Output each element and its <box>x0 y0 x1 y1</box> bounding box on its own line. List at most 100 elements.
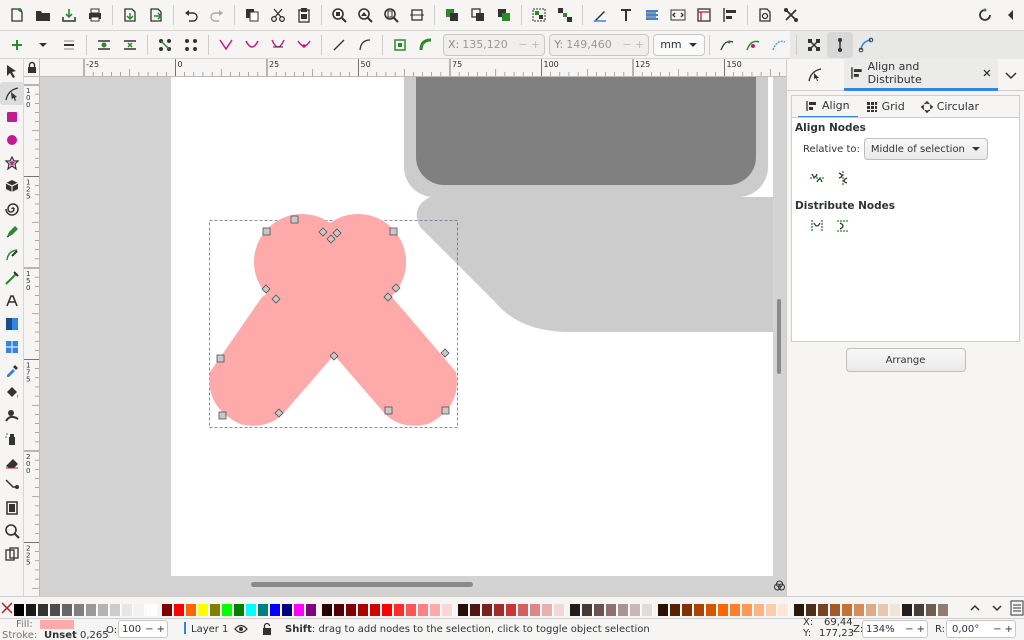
page-tool-icon[interactable] <box>0 496 24 519</box>
group-icon[interactable] <box>526 2 552 28</box>
color-swatch[interactable] <box>62 604 73 616</box>
color-swatch[interactable] <box>766 604 777 616</box>
color-swatch[interactable] <box>642 604 653 616</box>
color-swatch[interactable] <box>926 604 937 616</box>
tab-align-distribute[interactable]: Align and Distribute <box>843 58 998 91</box>
zoom-selection-icon[interactable] <box>326 2 352 28</box>
arrange-button[interactable]: Arrange <box>845 348 966 372</box>
break-path-icon[interactable] <box>117 32 143 58</box>
drawing[interactable] <box>40 77 773 576</box>
color-swatch[interactable] <box>86 604 97 616</box>
color-swatch[interactable] <box>594 604 605 616</box>
color-swatch[interactable] <box>50 604 61 616</box>
color-swatch[interactable] <box>246 604 257 616</box>
color-swatch[interactable] <box>554 604 565 616</box>
layers-icon[interactable] <box>639 2 665 28</box>
distribute-nodes-horizontal-icon[interactable] <box>807 216 827 236</box>
auto-smooth-node-icon[interactable] <box>291 32 317 58</box>
color-swatch[interactable] <box>406 604 417 616</box>
color-swatch[interactable] <box>730 604 741 616</box>
color-swatch[interactable] <box>794 604 805 616</box>
color-swatch[interactable] <box>482 604 493 616</box>
color-swatch[interactable] <box>854 604 865 616</box>
color-swatch[interactable] <box>570 604 581 616</box>
3d-box-tool-icon[interactable] <box>0 174 24 197</box>
find-replace-icon[interactable] <box>752 2 778 28</box>
zoom-page-width-icon[interactable] <box>404 2 430 28</box>
color-swatch[interactable] <box>914 604 925 616</box>
measure-tool-icon[interactable] <box>0 542 24 565</box>
color-swatch[interactable] <box>430 604 441 616</box>
chevron-down-icon[interactable] <box>990 601 1004 615</box>
opacity-stepper[interactable]: − + <box>145 624 167 635</box>
snap-toggle-icon[interactable] <box>972 2 998 28</box>
stroke-width-value[interactable]: 0,265 <box>80 630 109 640</box>
open-document-icon[interactable] <box>30 2 56 28</box>
color-swatch[interactable] <box>222 604 233 616</box>
canvas[interactable] <box>40 77 773 576</box>
color-swatch[interactable] <box>186 604 197 616</box>
color-swatch[interactable] <box>542 604 553 616</box>
node-y-value[interactable]: 149,460 <box>566 38 618 51</box>
dropper-tool-icon[interactable] <box>0 358 24 381</box>
show-outline-icon[interactable] <box>853 32 879 58</box>
mesh-tool-icon[interactable] <box>0 335 24 358</box>
color-swatch[interactable] <box>122 604 133 616</box>
node-x-value[interactable]: 135,120 <box>462 38 514 51</box>
color-swatch[interactable] <box>830 604 841 616</box>
smooth-node-icon[interactable] <box>239 32 265 58</box>
no-paint-swatch-icon[interactable] <box>1 602 13 614</box>
duplicate-icon[interactable] <box>439 2 465 28</box>
color-swatch[interactable] <box>394 604 405 616</box>
color-swatch[interactable] <box>346 604 357 616</box>
subtab-grid[interactable]: Grid <box>858 96 913 118</box>
star-tool-icon[interactable] <box>0 151 24 174</box>
show-handles-icon[interactable] <box>826 31 853 58</box>
dock-menu-button[interactable] <box>998 62 1024 88</box>
align-nodes-vertical-icon[interactable] <box>833 168 853 188</box>
rectangle-tool-icon[interactable] <box>0 105 24 128</box>
spiral-tool-icon[interactable] <box>0 197 24 220</box>
unlink-clone-icon[interactable] <box>491 2 517 28</box>
color-swatch[interactable] <box>334 604 345 616</box>
snap-menu-icon[interactable] <box>998 2 1024 28</box>
chevron-up-icon[interactable] <box>968 601 982 615</box>
undo-icon[interactable] <box>178 2 204 28</box>
fill-color-indicator[interactable] <box>40 620 74 629</box>
color-swatch[interactable] <box>470 604 481 616</box>
tab-node-tool[interactable] <box>787 59 844 91</box>
make-curve-icon[interactable] <box>352 32 378 58</box>
color-manage-icon[interactable] <box>773 576 786 596</box>
unit-select[interactable]: mm <box>653 33 705 56</box>
color-swatch[interactable] <box>670 604 681 616</box>
pencil-tool-icon[interactable] <box>0 220 24 243</box>
lock-guides-icon[interactable] <box>24 59 40 77</box>
zoom-field[interactable]: 134% − + <box>862 620 928 638</box>
color-swatch[interactable] <box>706 604 717 616</box>
color-swatch[interactable] <box>530 604 541 616</box>
horizontal-scroll-thumb[interactable] <box>251 582 473 587</box>
color-swatch[interactable] <box>818 604 829 616</box>
color-swatch[interactable] <box>382 604 393 616</box>
cut-icon[interactable] <box>265 2 291 28</box>
color-swatch[interactable] <box>134 604 145 616</box>
color-swatch[interactable] <box>494 604 505 616</box>
color-swatch[interactable] <box>754 604 765 616</box>
make-line-icon[interactable] <box>326 32 352 58</box>
color-swatch[interactable] <box>442 604 453 616</box>
import-icon[interactable] <box>117 2 143 28</box>
color-swatch[interactable] <box>694 604 705 616</box>
color-swatch[interactable] <box>282 604 293 616</box>
preferences-icon[interactable] <box>778 2 804 28</box>
color-swatch[interactable] <box>74 604 85 616</box>
connector-tool-icon[interactable] <box>0 473 24 496</box>
object-to-path-icon[interactable] <box>387 32 413 58</box>
selector-tool-icon[interactable] <box>0 59 24 82</box>
print-icon[interactable] <box>82 2 108 28</box>
color-swatch[interactable] <box>258 604 269 616</box>
insert-node-icon[interactable] <box>4 32 30 58</box>
horizontal-scrollbar[interactable] <box>40 576 773 596</box>
color-swatch[interactable] <box>210 604 221 616</box>
color-swatch[interactable] <box>322 604 333 616</box>
symmetric-node-icon[interactable] <box>265 32 291 58</box>
